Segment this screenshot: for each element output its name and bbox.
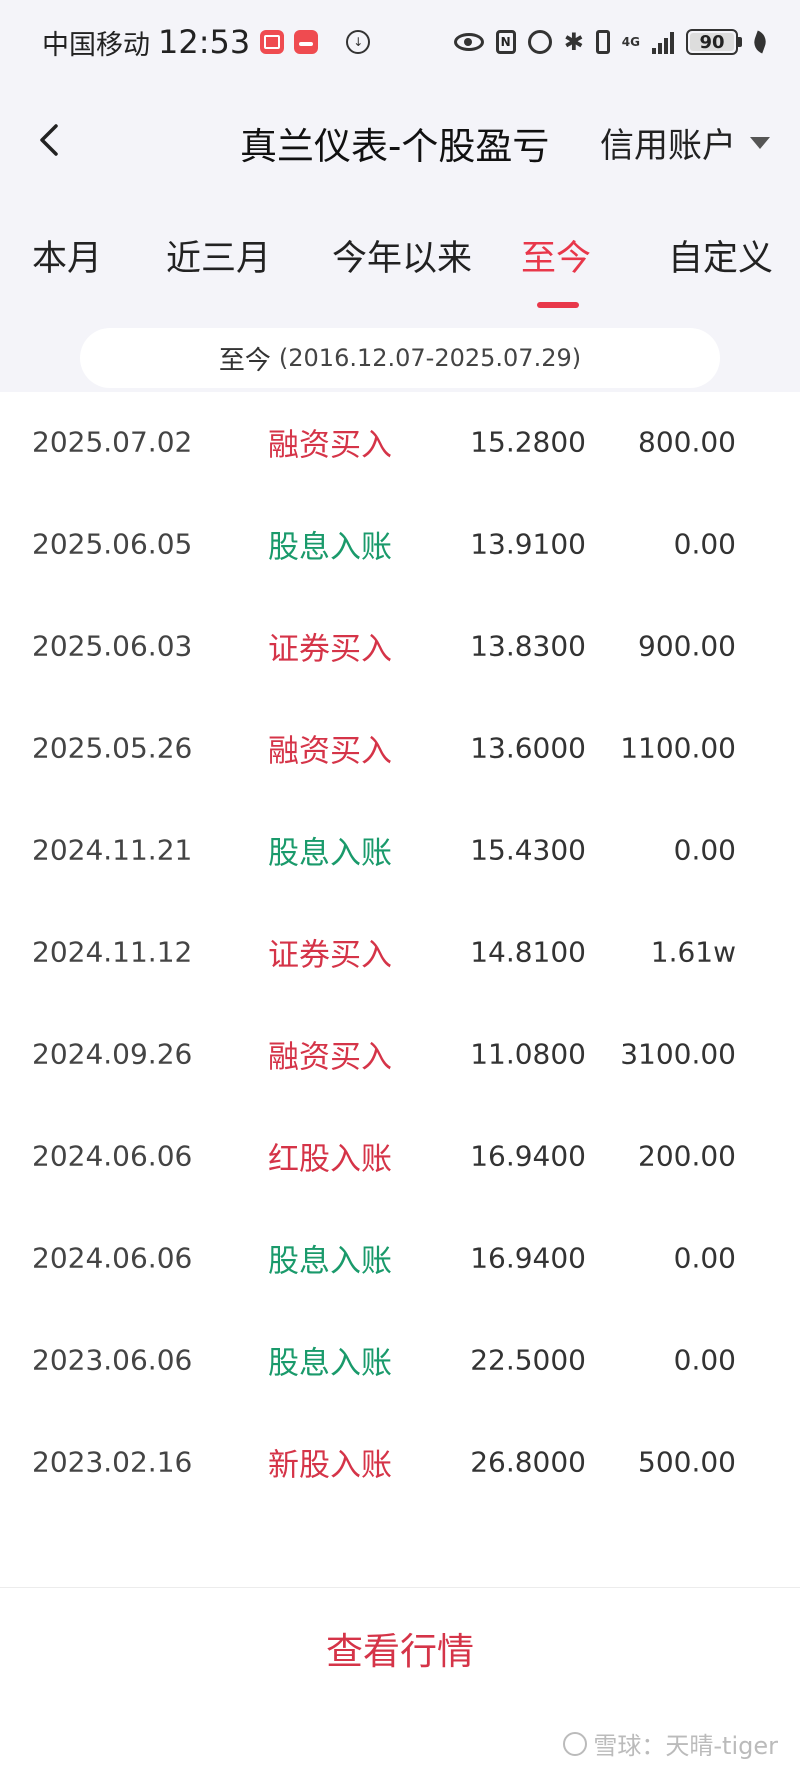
record-date: 2023.02.16 <box>32 1445 193 1479</box>
list-item[interactable]: 折算转出 <box>0 1514 800 1587</box>
huawei-app-icon <box>294 30 319 54</box>
transaction-list: 2025.07.02 融资买入 15.2800 800.00 2025.06.0… <box>0 392 800 1587</box>
record-type: 证券买入 <box>268 631 392 668</box>
record-amount: 500.00 <box>638 1445 736 1479</box>
record-price: 14.8100 <box>470 935 586 969</box>
record-type: 红股入账 <box>268 1141 392 1178</box>
watermark: 雪球：天晴-tiger <box>563 1726 778 1761</box>
list-item[interactable]: 2024.06.06 股息入账 16.9400 0.00 <box>0 1208 800 1310</box>
record-type: 融资买入 <box>268 1039 392 1076</box>
nav-bar: 真兰仪表-个股盈亏 信用账户 <box>0 100 800 180</box>
record-price: 13.8300 <box>470 629 586 663</box>
record-amount: 200.00 <box>638 1139 736 1173</box>
record-type: 融资买入 <box>268 427 392 464</box>
list-item[interactable]: 2023.06.06 股息入账 22.5000 0.00 <box>0 1310 800 1412</box>
record-price: 15.2800 <box>470 425 586 459</box>
vibrate-icon <box>595 30 610 54</box>
record-amount: 0.00 <box>673 833 736 867</box>
notification-app-icon <box>260 30 285 54</box>
back-icon[interactable] <box>30 120 70 160</box>
record-type: 股息入账 <box>268 1345 392 1382</box>
record-date: 2024.09.26 <box>32 1037 193 1071</box>
record-amount: 1.61w <box>650 935 736 969</box>
clock: 12:53 <box>158 23 251 61</box>
battery-level: 90 <box>690 32 734 53</box>
range-dates: (2016.12.07-2025.07.29) <box>278 344 582 372</box>
power-saving-icon <box>750 30 770 54</box>
record-date: 2024.11.12 <box>32 935 193 969</box>
footer-bar: 查看行情 雪球：天晴-tiger <box>0 1587 800 1766</box>
record-date: 2025.07.02 <box>32 425 193 459</box>
tab-custom[interactable]: 自定义 <box>668 230 773 281</box>
watermark-text: 雪球：天晴-tiger <box>593 1732 778 1760</box>
record-price: 13.9100 <box>470 527 586 561</box>
status-bar: 中国移动 12:53 ↓ N ✱ 4G 90 <box>0 0 800 84</box>
list-item[interactable]: 2024.09.26 融资买入 11.0800 3100.00 <box>0 1004 800 1106</box>
record-date: 2025.05.26 <box>32 731 193 765</box>
record-date: 2024.11.21 <box>32 833 193 867</box>
active-tab-indicator <box>537 302 579 308</box>
record-price: 26.8000 <box>470 1445 586 1479</box>
signal-strength-icon <box>652 30 674 54</box>
bluetooth-icon: ✱ <box>563 28 584 56</box>
record-date: 2023.06.06 <box>32 1343 193 1377</box>
tab-year-to-date[interactable]: 今年以来 <box>332 230 472 281</box>
battery-icon: 90 <box>686 29 742 55</box>
record-type: 股息入账 <box>268 835 392 872</box>
account-selector[interactable]: 信用账户 <box>600 118 770 167</box>
record-amount: 0.00 <box>673 1343 736 1377</box>
network-type-label: 4G <box>621 35 640 49</box>
record-type: 新股入账 <box>268 1447 392 1484</box>
list-item[interactable]: 2025.05.26 融资买入 13.6000 1100.00 <box>0 698 800 800</box>
alarm-icon <box>527 30 552 54</box>
tab-to-date[interactable]: 至今 <box>521 230 591 281</box>
caret-down-icon <box>750 136 770 149</box>
tab-this-month[interactable]: 本月 <box>32 230 102 281</box>
record-price: 16.9400 <box>470 1139 586 1173</box>
period-tabs: 本月 近三月 今年以来 至今 自定义 <box>0 230 800 308</box>
xueqiu-logo-icon <box>563 1731 588 1756</box>
list-item[interactable]: 2024.06.06 红股入账 16.9400 200.00 <box>0 1106 800 1208</box>
nfc-icon: N <box>495 30 516 54</box>
list-item[interactable]: 2025.06.05 股息入账 13.9100 0.00 <box>0 494 800 596</box>
record-type: 股息入账 <box>268 1243 392 1280</box>
record-type: 股息入账 <box>268 529 392 566</box>
record-amount: 0.00 <box>673 1241 736 1275</box>
carrier-name: 中国移动 <box>42 29 150 61</box>
record-amount: 1100.00 <box>620 731 736 765</box>
page-title: 真兰仪表-个股盈亏 <box>240 125 550 168</box>
record-amount: 900.00 <box>638 629 736 663</box>
list-item[interactable]: 2025.07.02 融资买入 15.2800 800.00 <box>0 392 800 494</box>
record-price: 22.5000 <box>470 1343 586 1377</box>
record-type: 证券买入 <box>268 937 392 974</box>
date-range-display: 至今 (2016.12.07-2025.07.29) <box>80 328 720 388</box>
tab-last-three-months[interactable]: 近三月 <box>166 230 271 281</box>
record-price: 13.6000 <box>470 731 586 765</box>
record-amount: 0.00 <box>673 527 736 561</box>
record-price: 11.0800 <box>470 1037 586 1071</box>
list-item[interactable]: 2024.11.12 证券买入 14.8100 1.61w <box>0 902 800 1004</box>
list-item[interactable]: 2024.11.21 股息入账 15.4300 0.00 <box>0 800 800 902</box>
data-saver-icon: ↓ <box>346 30 371 54</box>
account-label: 信用账户 <box>600 126 736 166</box>
record-amount: 3100.00 <box>620 1037 736 1071</box>
record-price: 15.4300 <box>470 833 586 867</box>
view-quotes-button[interactable]: 查看行情 <box>250 1618 550 1678</box>
list-item[interactable]: 2023.02.16 新股入账 26.8000 500.00 <box>0 1412 800 1514</box>
record-date: 2025.06.03 <box>32 629 193 663</box>
record-date: 2024.06.06 <box>32 1241 193 1275</box>
record-date: 2024.06.06 <box>32 1139 193 1173</box>
record-type: 融资买入 <box>268 733 392 770</box>
record-amount: 800.00 <box>638 425 736 459</box>
range-label: 至今 <box>218 345 271 376</box>
record-date: 2025.06.05 <box>32 527 193 561</box>
eye-comfort-icon <box>453 33 484 51</box>
list-item[interactable]: 2025.06.03 证券买入 13.8300 900.00 <box>0 596 800 698</box>
record-price: 16.9400 <box>470 1241 586 1275</box>
